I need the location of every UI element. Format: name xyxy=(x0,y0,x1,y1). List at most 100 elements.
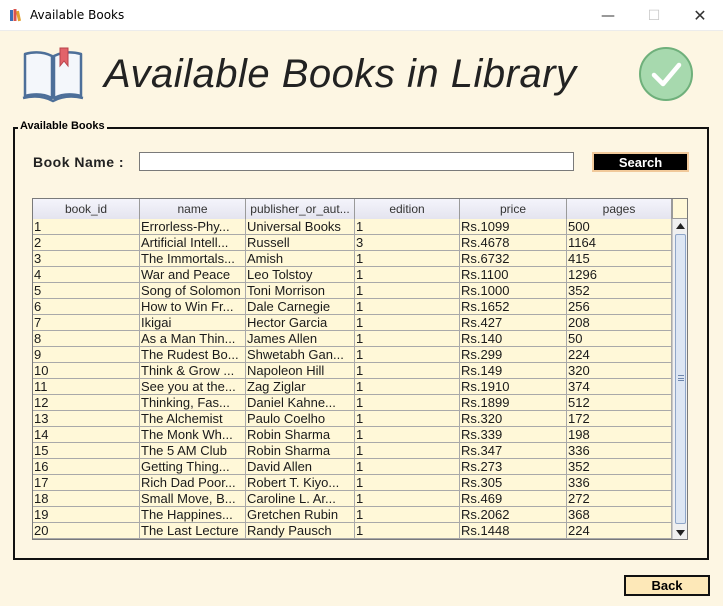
table-row[interactable]: 6 How to Win Fr... Dale Carnegie 1 Rs.1652 25… xyxy=(33,299,672,315)
table-cell[interactable]: 1 xyxy=(355,523,460,538)
table-cell[interactable]: Randy Pausch xyxy=(246,523,355,538)
minimize-button[interactable]: — xyxy=(585,0,631,31)
table-cell[interactable]: 1 xyxy=(355,363,460,378)
table-cell[interactable]: 256 xyxy=(567,299,672,314)
table-cell[interactable]: How to Win Fr... xyxy=(140,299,246,314)
table-cell[interactable]: Rs.320 xyxy=(460,411,567,426)
table-row[interactable]: 17 Rich Dad Poor... Robert T. Kiyo... 1 Rs.3… xyxy=(33,475,672,491)
table-cell[interactable]: Rs.149 xyxy=(460,363,567,378)
table-cell[interactable]: 19 xyxy=(33,507,140,522)
table-cell[interactable]: Rs.469 xyxy=(460,491,567,506)
scroll-thumb[interactable] xyxy=(675,234,686,524)
table-cell[interactable]: Think & Grow ... xyxy=(140,363,246,378)
table-cell[interactable]: Rs.1099 xyxy=(460,219,567,234)
table-cell[interactable]: Rs.4678 xyxy=(460,235,567,250)
table-cell[interactable]: Rs.1899 xyxy=(460,395,567,410)
table-cell[interactable]: Rich Dad Poor... xyxy=(140,475,246,490)
table-cell[interactable]: Amish xyxy=(246,251,355,266)
table-row[interactable]: 15 The 5 AM Club Robin Sharma 1 Rs.347 336 xyxy=(33,443,672,459)
table-cell[interactable]: Daniel Kahne... xyxy=(246,395,355,410)
table-cell[interactable]: 172 xyxy=(567,411,672,426)
table-cell[interactable]: The Happines... xyxy=(140,507,246,522)
table-cell[interactable]: Song of Solomon xyxy=(140,283,246,298)
table-cell[interactable]: Robert T. Kiyo... xyxy=(246,475,355,490)
table-row[interactable]: 5 Song of Solomon Toni Morrison 1 Rs.1000 352 xyxy=(33,283,672,299)
table-cell[interactable]: Rs.140 xyxy=(460,331,567,346)
table-cell[interactable]: 224 xyxy=(567,523,672,538)
close-button[interactable]: ✕ xyxy=(677,0,723,31)
table-cell[interactable]: Thinking, Fas... xyxy=(140,395,246,410)
table-cell[interactable]: 1 xyxy=(355,443,460,458)
table-cell[interactable]: Leo Tolstoy xyxy=(246,267,355,282)
table-cell[interactable]: 352 xyxy=(567,283,672,298)
table-cell[interactable]: Rs.1448 xyxy=(460,523,567,538)
table-cell[interactable]: 1 xyxy=(355,267,460,282)
table-cell[interactable]: 374 xyxy=(567,379,672,394)
table-cell[interactable]: 336 xyxy=(567,475,672,490)
table-row[interactable]: 16 Getting Thing... David Allen 1 Rs.273 352 xyxy=(33,459,672,475)
table-cell[interactable]: Shwetabh Gan... xyxy=(246,347,355,362)
table-cell[interactable]: 1 xyxy=(355,491,460,506)
table-row[interactable]: 13 The Alchemist Paulo Coelho 1 Rs.320 172 xyxy=(33,411,672,427)
table-cell[interactable]: Rs.1910 xyxy=(460,379,567,394)
table-cell[interactable]: 500 xyxy=(567,219,672,234)
table-cell[interactable]: Robin Sharma xyxy=(246,427,355,442)
table-cell[interactable]: 3 xyxy=(355,235,460,250)
table-cell[interactable]: 15 xyxy=(33,443,140,458)
table-row[interactable]: 14 The Monk Wh... Robin Sharma 1 Rs.339 198 xyxy=(33,427,672,443)
table-cell[interactable]: 13 xyxy=(33,411,140,426)
table-cell[interactable]: Dale Carnegie xyxy=(246,299,355,314)
table-cell[interactable]: 9 xyxy=(33,347,140,362)
table-cell[interactable]: 336 xyxy=(567,443,672,458)
vertical-scrollbar[interactable] xyxy=(672,219,687,539)
table-cell[interactable]: Rs.427 xyxy=(460,315,567,330)
table-cell[interactable]: 5 xyxy=(33,283,140,298)
table-cell[interactable]: 1164 xyxy=(567,235,672,250)
scroll-down-arrow-icon[interactable] xyxy=(673,526,687,539)
table-cell[interactable]: Hector Garcia xyxy=(246,315,355,330)
table-cell[interactable]: Artificial Intell... xyxy=(140,235,246,250)
maximize-button[interactable]: ☐ xyxy=(631,0,677,31)
table-row[interactable]: 2 Artificial Intell... Russell 3 Rs.4678 1164 xyxy=(33,235,672,251)
table-cell[interactable]: 18 xyxy=(33,491,140,506)
table-cell[interactable]: 50 xyxy=(567,331,672,346)
table-cell[interactable]: Rs.347 xyxy=(460,443,567,458)
table-row[interactable]: 4 War and Peace Leo Tolstoy 1 Rs.1100 1296 xyxy=(33,267,672,283)
table-cell[interactable]: 320 xyxy=(567,363,672,378)
table-cell[interactable]: The Monk Wh... xyxy=(140,427,246,442)
table-cell[interactable]: Rs.1100 xyxy=(460,267,567,282)
table-cell[interactable]: 16 xyxy=(33,459,140,474)
table-cell[interactable]: See you at the... xyxy=(140,379,246,394)
table-cell[interactable]: 2 xyxy=(33,235,140,250)
table-cell[interactable]: 1 xyxy=(355,315,460,330)
book-name-input[interactable] xyxy=(139,152,574,171)
table-cell[interactable]: Ikigai xyxy=(140,315,246,330)
table-cell[interactable]: 1 xyxy=(355,299,460,314)
table-row[interactable]: 9 The Rudest Bo... Shwetabh Gan... 1 Rs.299 2… xyxy=(33,347,672,363)
table-cell[interactable]: Toni Morrison xyxy=(246,283,355,298)
table-cell[interactable]: 1 xyxy=(355,283,460,298)
table-cell[interactable]: Robin Sharma xyxy=(246,443,355,458)
scroll-up-arrow-icon[interactable] xyxy=(673,219,687,233)
column-header[interactable]: price xyxy=(460,199,567,219)
table-cell[interactable]: Rs.339 xyxy=(460,427,567,442)
table-cell[interactable]: Rs.305 xyxy=(460,475,567,490)
table-cell[interactable]: 198 xyxy=(567,427,672,442)
table-cell[interactable]: Caroline L. Ar... xyxy=(246,491,355,506)
table-row[interactable]: 10 Think & Grow ... Napoleon Hill 1 Rs.149 32… xyxy=(33,363,672,379)
table-cell[interactable]: 1 xyxy=(355,379,460,394)
table-cell[interactable]: 1 xyxy=(355,507,460,522)
table-row[interactable]: 12 Thinking, Fas... Daniel Kahne... 1 Rs.189… xyxy=(33,395,672,411)
table-cell[interactable]: 415 xyxy=(567,251,672,266)
table-cell[interactable]: The Alchemist xyxy=(140,411,246,426)
table-cell[interactable]: The 5 AM Club xyxy=(140,443,246,458)
table-cell[interactable]: 7 xyxy=(33,315,140,330)
table-cell[interactable]: Small Move, B... xyxy=(140,491,246,506)
column-header[interactable]: publisher_or_aut... xyxy=(246,199,355,219)
table-cell[interactable]: 12 xyxy=(33,395,140,410)
table-cell[interactable]: 368 xyxy=(567,507,672,522)
table-row[interactable]: 7 Ikigai Hector Garcia 1 Rs.427 208 xyxy=(33,315,672,331)
table-cell[interactable]: Zag Ziglar xyxy=(246,379,355,394)
table-cell[interactable]: Gretchen Rubin xyxy=(246,507,355,522)
table-cell[interactable]: Getting Thing... xyxy=(140,459,246,474)
